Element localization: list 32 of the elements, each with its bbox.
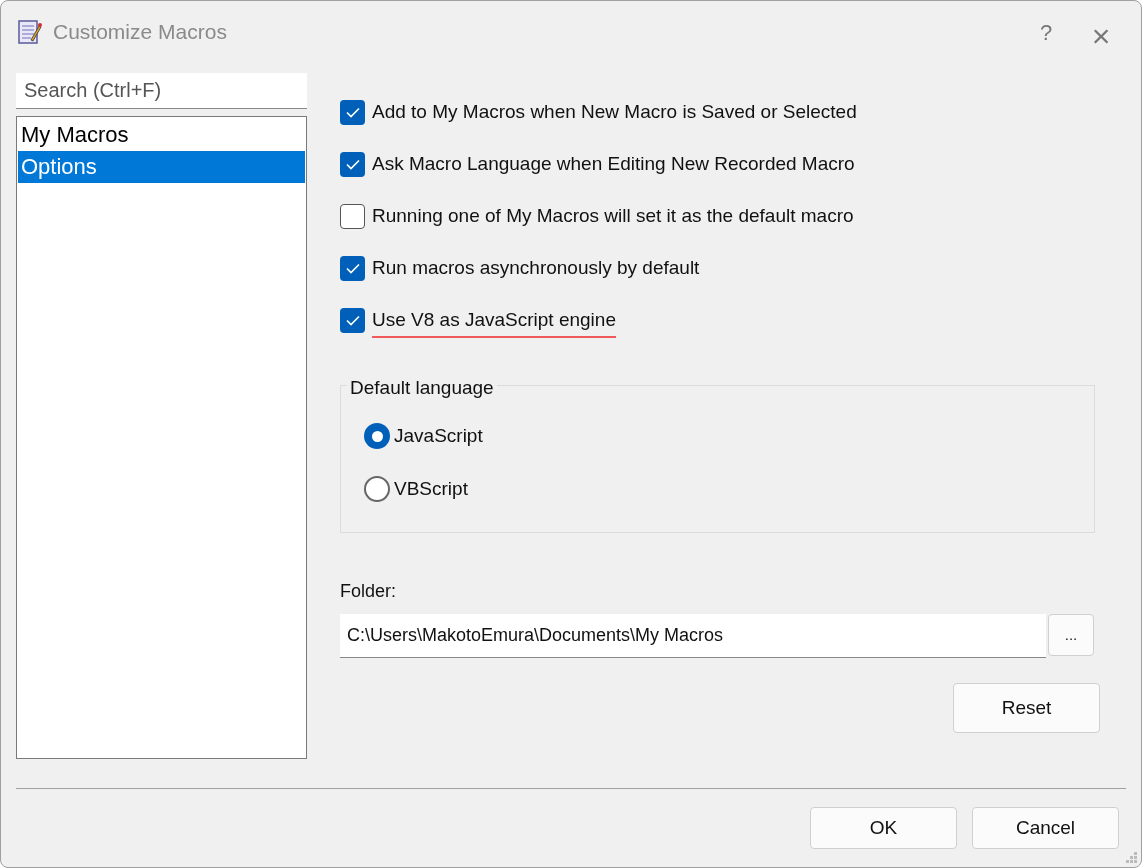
help-button[interactable]: ? xyxy=(1021,12,1071,52)
checkmark-icon xyxy=(345,159,360,170)
checkbox[interactable] xyxy=(340,100,365,125)
resize-grip-icon[interactable] xyxy=(1126,852,1138,864)
checkbox-label: Add to My Macros when New Macro is Saved or Selected xyxy=(372,100,857,124)
reset-button[interactable]: Reset xyxy=(953,683,1100,733)
window-title: Customize Macros xyxy=(53,19,227,46)
cancel-button[interactable]: Cancel xyxy=(972,807,1119,849)
checkbox-label: Use V8 as JavaScript engine xyxy=(372,308,616,338)
checkmark-icon xyxy=(345,315,360,326)
checkbox-label: Ask Macro Language when Editing New Recorded Macro xyxy=(372,152,855,176)
checkmark-icon xyxy=(345,263,360,274)
radio-label: JavaScript xyxy=(394,424,483,448)
browse-button[interactable]: ... xyxy=(1048,614,1094,656)
folder-field[interactable]: C:\Users\MakotoEmura\Documents\My Macros xyxy=(340,614,1046,658)
checkbox[interactable] xyxy=(340,256,365,281)
radio-label: VBScript xyxy=(394,477,468,501)
radio-button[interactable] xyxy=(364,476,390,502)
sidebar-item[interactable]: Options xyxy=(18,151,305,183)
checkbox-label: Running one of My Macros will set it as the default macro xyxy=(372,204,854,228)
checkbox-label: Run macros asynchronously by default xyxy=(372,256,700,280)
radio-button[interactable] xyxy=(364,423,390,449)
checkbox[interactable] xyxy=(340,152,365,177)
checkbox[interactable] xyxy=(340,308,365,333)
search-field[interactable]: Search (Ctrl+F) xyxy=(16,73,307,109)
ok-button[interactable]: OK xyxy=(810,807,957,849)
notepad-icon xyxy=(17,18,43,46)
checkbox[interactable] xyxy=(340,204,365,229)
sidebar-item[interactable]: My Macros xyxy=(18,119,305,151)
folder-label: Folder: xyxy=(340,580,398,603)
checkmark-icon xyxy=(345,107,360,118)
close-button[interactable]: × xyxy=(1071,12,1131,52)
